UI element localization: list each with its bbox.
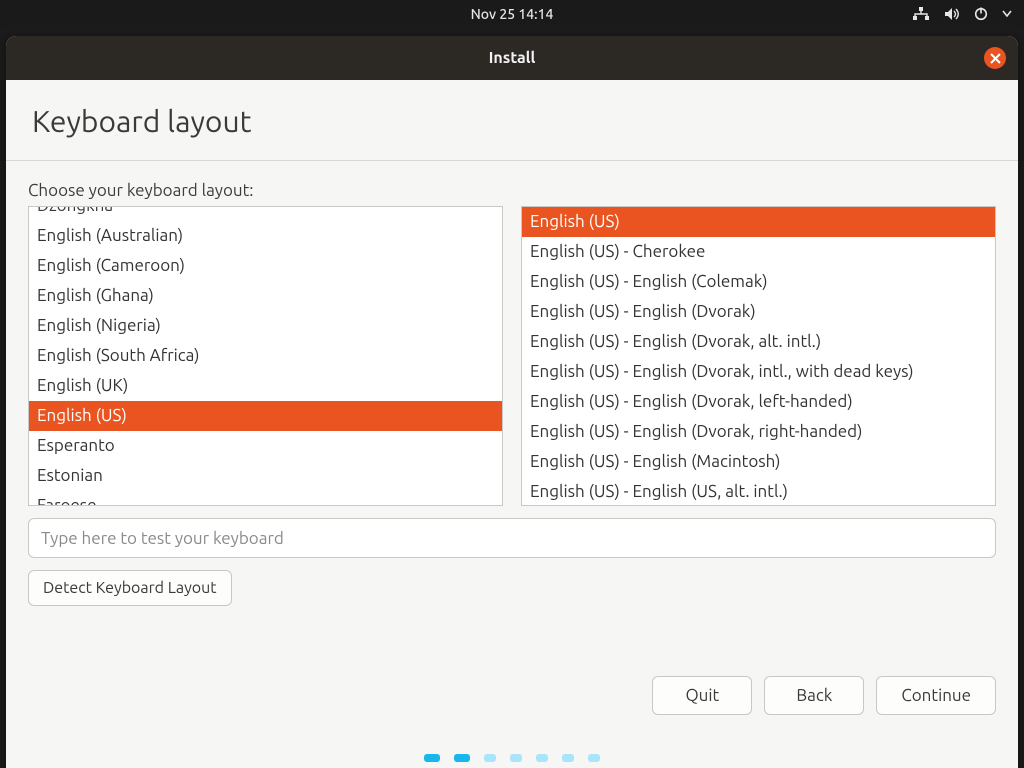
layout-variant-list[interactable]: English (US)English (US) - CherokeeEngli…	[521, 206, 996, 506]
panel-right	[912, 0, 1012, 28]
detect-keyboard-button[interactable]: Detect Keyboard Layout	[28, 570, 232, 606]
progress-dot	[562, 754, 574, 762]
list-item[interactable]: English (US) - English (Dvorak)	[522, 297, 995, 327]
page-title: Keyboard layout	[6, 80, 1018, 160]
installer-content: Keyboard layout Choose your keyboard lay…	[6, 80, 1018, 768]
list-item[interactable]: English (Ghana)	[29, 281, 502, 311]
list-item[interactable]: English (US) - English (Dvorak, right-ha…	[522, 417, 995, 447]
clock-label: Nov 25 14:14	[471, 6, 554, 22]
window-title: Install	[489, 49, 536, 67]
chevron-down-icon[interactable]	[1002, 10, 1012, 18]
choose-layout-prompt: Choose your keyboard layout:	[28, 181, 996, 200]
close-button[interactable]	[984, 47, 1006, 69]
list-item[interactable]: English (US)	[29, 401, 502, 431]
list-item[interactable]: English (UK)	[29, 371, 502, 401]
list-item[interactable]: English (US) - Cherokee	[522, 237, 995, 267]
list-item[interactable]: English (US) - English (Dvorak, left-han…	[522, 387, 995, 417]
back-button[interactable]: Back	[764, 676, 864, 715]
progress-dot	[424, 754, 440, 762]
progress-dot	[454, 754, 470, 762]
layout-lists-row: DzongkhaEnglish (Australian)English (Cam…	[28, 206, 996, 506]
list-item[interactable]: Esperanto	[29, 431, 502, 461]
list-item[interactable]: Dzongkha	[29, 206, 502, 221]
progress-dot	[536, 754, 548, 762]
progress-dots	[424, 754, 600, 762]
network-icon[interactable]	[912, 7, 930, 21]
list-item[interactable]: Estonian	[29, 461, 502, 491]
list-item[interactable]: English (US)	[522, 207, 995, 237]
list-item[interactable]: English (South Africa)	[29, 341, 502, 371]
list-item[interactable]: English (Nigeria)	[29, 311, 502, 341]
list-item[interactable]: English (US) - English (Dvorak, intl., w…	[522, 357, 995, 387]
power-icon[interactable]	[974, 7, 988, 21]
installer-body: Choose your keyboard layout: DzongkhaEng…	[6, 161, 1018, 606]
installer-window: Install Keyboard layout Choose your keyb…	[6, 36, 1018, 768]
keyboard-test-input[interactable]	[28, 518, 996, 558]
footer-button-row: Quit Back Continue	[652, 676, 996, 715]
list-item[interactable]: English (US) - English (Colemak)	[522, 267, 995, 297]
gnome-top-panel: Nov 25 14:14	[0, 0, 1024, 28]
layout-language-list[interactable]: DzongkhaEnglish (Australian)English (Cam…	[28, 206, 503, 506]
progress-dot	[510, 754, 522, 762]
list-item[interactable]: English (US) - English (Macintosh)	[522, 447, 995, 477]
volume-icon[interactable]	[944, 7, 960, 21]
list-item[interactable]: English (Cameroon)	[29, 251, 502, 281]
quit-button[interactable]: Quit	[652, 676, 752, 715]
list-item[interactable]: English (US) - English (Dvorak, alt. int…	[522, 327, 995, 357]
list-item[interactable]: Faroese	[29, 491, 502, 506]
progress-dot	[588, 754, 600, 762]
list-item[interactable]: English (US) - English (US, alt. intl.)	[522, 477, 995, 506]
titlebar: Install	[6, 36, 1018, 80]
progress-dot	[484, 754, 496, 762]
list-item[interactable]: English (Australian)	[29, 221, 502, 251]
continue-button[interactable]: Continue	[876, 676, 996, 715]
